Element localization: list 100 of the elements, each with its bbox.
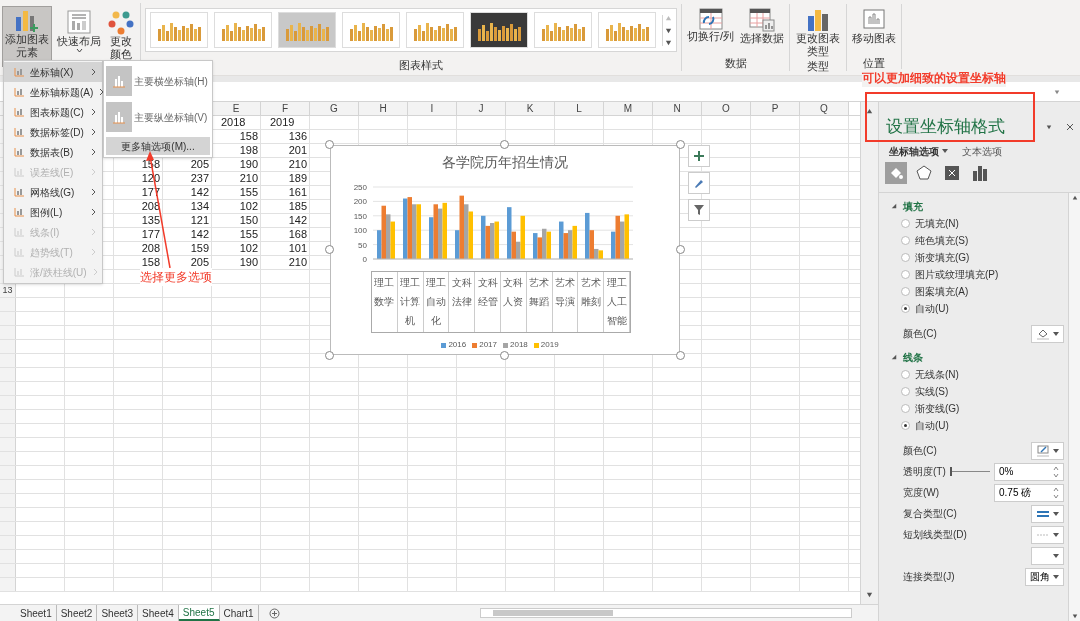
expand-icon[interactable]: [665, 38, 672, 46]
radio-button[interactable]: [901, 236, 910, 245]
radio-label[interactable]: 渐变填充(G): [915, 250, 970, 265]
row-header[interactable]: [0, 312, 16, 325]
resize-handle[interactable]: [325, 140, 334, 149]
row-header[interactable]: [0, 452, 16, 465]
radio-button[interactable]: [901, 304, 910, 313]
resize-handle[interactable]: [500, 140, 509, 149]
resize-handle[interactable]: [325, 245, 334, 254]
column-header[interactable]: L: [555, 102, 604, 115]
ribbon-button[interactable]: 选择数据: [739, 8, 786, 45]
pane-options-icon[interactable]: [1046, 124, 1052, 130]
scrollbar-thumb[interactable]: [492, 610, 613, 616]
color-picker[interactable]: [1031, 441, 1064, 460]
add-element-button[interactable]: [688, 145, 710, 167]
style-button[interactable]: [688, 172, 710, 194]
radio-button[interactable]: [901, 387, 910, 396]
chart-style-thumbnail[interactable]: [342, 12, 400, 48]
row-header[interactable]: [0, 480, 16, 493]
column-header[interactable]: O: [702, 102, 751, 115]
row-header[interactable]: [0, 396, 16, 409]
join-type-dropdown[interactable]: 圆角: [1025, 567, 1064, 586]
ribbon-button[interactable]: 移动图表: [851, 8, 898, 45]
radio-label[interactable]: 纯色填充(S): [915, 233, 969, 248]
menu-item[interactable]: 坐标轴标题(A): [4, 82, 102, 102]
radio-label[interactable]: 图案填充(A): [915, 284, 969, 299]
chart-style-thumbnail[interactable]: [278, 12, 336, 48]
chart-area[interactable]: 各学院历年招生情况 0 50 100 150 200 250 理工数学 理工计算机 理工自动化 文科法律 文科经管 文科人资 艺术舞蹈 艺术导演 艺术雕刻 理工人工智能 2016 2017 2018 2019: [330, 145, 680, 355]
row-header[interactable]: [0, 494, 16, 507]
row-header[interactable]: [0, 368, 16, 381]
sheet-tab[interactable]: Sheet5: [178, 605, 220, 621]
column-header[interactable]: M: [604, 102, 653, 115]
vertical-scrollbar[interactable]: [860, 102, 878, 604]
row-header[interactable]: 13: [0, 284, 16, 297]
radio-button[interactable]: [901, 270, 910, 279]
radio-label[interactable]: 自动(U): [915, 418, 949, 433]
radio-label[interactable]: 图片或纹理填充(P): [915, 267, 999, 282]
row-header[interactable]: [0, 508, 16, 521]
row-header[interactable]: [0, 438, 16, 451]
horizontal-scrollbar[interactable]: [479, 608, 852, 618]
menu-item[interactable]: 更多轴选项(M)...: [106, 137, 210, 155]
sheet-tab[interactable]: Chart1: [219, 605, 259, 621]
menu-item[interactable]: 数据标签(D): [4, 122, 102, 142]
close-icon[interactable]: [1066, 123, 1074, 131]
column-header[interactable]: N: [653, 102, 702, 115]
menu-item[interactable]: 网格线(G): [4, 182, 102, 202]
pane-tab[interactable]: 文本选项: [962, 143, 1002, 159]
radio-label[interactable]: 实线(S): [915, 384, 949, 399]
resize-handle[interactable]: [500, 351, 509, 360]
row-header[interactable]: [0, 354, 16, 367]
resize-handle[interactable]: [676, 140, 685, 149]
radio-button[interactable]: [901, 219, 910, 228]
sheet-tab[interactable]: Sheet4: [138, 605, 179, 621]
dropdown[interactable]: [1031, 546, 1064, 565]
chart-style-thumbnail[interactable]: [214, 12, 272, 48]
radio-label[interactable]: 自动(U): [915, 301, 949, 316]
sheet-tab[interactable]: Sheet2: [56, 605, 98, 621]
radio-label[interactable]: 无线条(N): [915, 367, 959, 382]
compound-type-dropdown[interactable]: [1031, 504, 1064, 523]
row-header[interactable]: [0, 340, 16, 353]
column-header[interactable]: I: [408, 102, 457, 115]
row-header[interactable]: [0, 522, 16, 535]
menu-item[interactable]: 图例(L): [4, 202, 102, 222]
column-header[interactable]: F: [261, 102, 310, 115]
menu-item[interactable]: 数据表(B): [4, 142, 102, 162]
radio-button[interactable]: [901, 287, 910, 296]
radio-button[interactable]: [901, 421, 910, 430]
menu-item[interactable]: 图表标题(C): [4, 102, 102, 122]
section-title[interactable]: 线条: [903, 349, 923, 365]
chart-style-thumbnail[interactable]: [406, 12, 464, 48]
column-header[interactable]: J: [457, 102, 506, 115]
column-header[interactable]: Q: [800, 102, 849, 115]
column-header[interactable]: G: [310, 102, 359, 115]
row-header[interactable]: [0, 298, 16, 311]
row-header[interactable]: [0, 550, 16, 563]
row-header[interactable]: [0, 326, 16, 339]
chart-style-thumbnail[interactable]: [598, 12, 656, 48]
radio-label[interactable]: 渐变线(G): [915, 401, 960, 416]
radio-button[interactable]: [901, 253, 910, 262]
radio-button[interactable]: [901, 370, 910, 379]
collapse-icon[interactable]: [891, 354, 897, 360]
chart-style-thumbnail[interactable]: [470, 12, 528, 48]
row-header[interactable]: [0, 536, 16, 549]
menu-item[interactable]: 主要纵坐标轴(V): [106, 99, 210, 135]
resize-handle[interactable]: [325, 351, 334, 360]
section-title[interactable]: 填充: [903, 198, 923, 214]
resize-handle[interactable]: [676, 245, 685, 254]
pane-tab[interactable]: 坐标轴选项: [889, 143, 948, 159]
row-header[interactable]: [0, 424, 16, 437]
column-header[interactable]: E: [212, 102, 261, 115]
scroll-down-icon[interactable]: [866, 591, 873, 598]
ribbon-button[interactable]: 更改图表类型: [794, 8, 843, 58]
filter-button[interactable]: [688, 199, 710, 221]
scroll-down-icon[interactable]: [1071, 613, 1078, 619]
ribbon-button[interactable]: 快速布局: [54, 6, 104, 56]
scroll-up-icon[interactable]: [866, 108, 873, 115]
column-header[interactable]: H: [359, 102, 408, 115]
sheet-tab[interactable]: Sheet3: [97, 605, 139, 621]
expand-formula-icon[interactable]: [1054, 88, 1060, 95]
column-header[interactable]: P: [751, 102, 800, 115]
